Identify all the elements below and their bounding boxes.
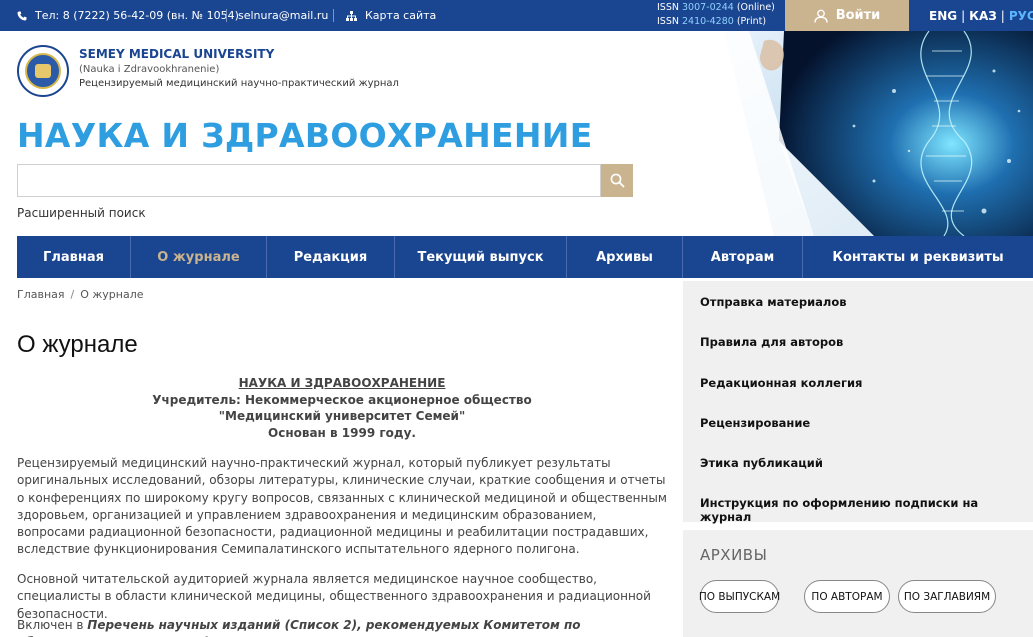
founder-line: Учредитель: Некоммерческое акционерное о… <box>152 392 532 407</box>
issn-print-number[interactable]: 2410-4280 <box>682 16 734 27</box>
university-name: SEMEY MEDICAL UNIVERSITY <box>79 47 275 61</box>
header-banner-image <box>664 31 1033 236</box>
issn-print-type: (Print) <box>736 15 767 27</box>
breadcrumb-current: О журнале <box>80 288 144 301</box>
journal-info-block: НАУКА И ЗДРАВООХРАНЕНИЕ Учредитель: Неко… <box>17 375 667 441</box>
main-navigation: Главная О журнале Редакция Текущий выпус… <box>17 236 1033 278</box>
university-logo[interactable] <box>17 45 69 97</box>
nav-item-contacts[interactable]: Контакты и реквизиты <box>803 236 1033 278</box>
lang-eng[interactable]: ENG <box>929 9 957 23</box>
lang-separator: | <box>1000 8 1005 23</box>
login-button[interactable]: Войти <box>785 0 909 31</box>
nav-item-editorial[interactable]: Редакция <box>267 236 395 278</box>
archive-by-author-button[interactable]: ПО АВТОРАМ <box>804 580 890 613</box>
para3-emphasis: Перечень научных изданий (Список 2), рек… <box>17 618 581 637</box>
archive-widget: АРХИВЫ ПО ВЫПУСКАМ ПО АВТОРАМ ПО ЗАГЛАВИ… <box>683 530 1033 637</box>
about-paragraph-2: Основной читательской аудиторией журнала… <box>17 572 651 621</box>
sidebar-item-submission[interactable]: Отправка материалов <box>700 295 847 309</box>
language-switcher: ENG | КАЗ | РУС <box>929 0 1033 31</box>
search-input[interactable] <box>17 164 601 197</box>
nav-item-authors[interactable]: Авторам <box>683 236 803 278</box>
search-button[interactable] <box>601 164 633 197</box>
nav-item-about[interactable]: О журнале <box>131 236 267 278</box>
phone-text: Тел: 8 (7222) 56-42-09 (вн. № 1054) <box>35 9 239 22</box>
sidebar-item-editorial-board[interactable]: Редакционная коллегия <box>700 376 862 390</box>
phone-contact: Тел: 8 (7222) 56-42-09 (вн. № 1054) <box>17 0 239 31</box>
phone-icon <box>17 11 27 20</box>
breadcrumb-home[interactable]: Главная <box>17 288 65 301</box>
sidebar-item-subscription[interactable]: Инструкция по оформлению подписки на жур… <box>700 496 1033 524</box>
top-bar: Тел: 8 (7222) 56-42-09 (вн. № 1054) seln… <box>0 0 1033 31</box>
lang-kaz[interactable]: КАЗ <box>969 9 997 23</box>
nav-item-current-issue[interactable]: Текущий выпуск <box>395 236 567 278</box>
archive-by-title-button[interactable]: ПО ЗАГЛАВИЯМ <box>898 580 996 613</box>
site-title[interactable]: НАУКА И ЗДРАВООХРАНЕНИЕ <box>17 116 593 155</box>
breadcrumb-separator: / <box>70 288 75 301</box>
sidebar-item-author-rules[interactable]: Правила для авторов <box>700 335 843 349</box>
search-icon <box>610 173 625 188</box>
sidebar-item-peer-review[interactable]: Рецензирование <box>700 416 810 430</box>
user-icon <box>814 9 828 23</box>
issn-online-type: (Online) <box>736 2 775 13</box>
issn-label: ISSN <box>657 15 679 27</box>
lang-rus[interactable]: РУС <box>1009 9 1033 23</box>
login-label[interactable]: Войти <box>836 8 881 23</box>
journal-transliteration: (Nauka i Zdravookhranenie) <box>79 64 220 75</box>
email-link[interactable]: selnura@mail.ru <box>238 0 328 31</box>
sitemap-icon <box>346 10 357 21</box>
issn-info: ISSN 3007-0244 (Online) ISSN 2410-4280 (… <box>657 1 775 28</box>
journal-description: Рецензируемый медицинский научно-практич… <box>79 78 399 89</box>
page-title: О журнале <box>17 331 138 358</box>
sitemap-text[interactable]: Карта сайта <box>365 9 436 22</box>
founded-year: Основан в 1999 году. <box>268 425 416 440</box>
sitemap-link[interactable]: Карта сайта <box>346 0 436 31</box>
issn-online-number[interactable]: 3007-0244 <box>682 2 734 13</box>
journal-name-link[interactable]: НАУКА И ЗДРАВООХРАНЕНИЕ <box>17 375 667 392</box>
email-text[interactable]: selnura@mail.ru <box>238 9 328 22</box>
lang-separator: | <box>961 8 966 23</box>
about-paragraph-1: Рецензируемый медицинский научно-практич… <box>17 456 667 557</box>
founder-name: "Медицинский университет Семей" <box>218 409 466 423</box>
advanced-search-link[interactable]: Расширенный поиск <box>17 206 146 220</box>
sidebar-menu: Отправка материалов Правила для авторов … <box>683 281 1033 524</box>
archive-title: АРХИВЫ <box>700 546 768 564</box>
about-paragraph-3: Включен в Перечень научных изданий (Спис… <box>17 617 667 637</box>
breadcrumb: Главная / О журнале <box>17 288 144 301</box>
nav-item-home[interactable]: Главная <box>17 236 131 278</box>
nav-item-archives[interactable]: Архивы <box>567 236 683 278</box>
issn-label: ISSN <box>657 2 679 13</box>
archive-by-issue-button[interactable]: ПО ВЫПУСКАМ <box>699 580 780 613</box>
sidebar-item-ethics[interactable]: Этика публикаций <box>700 456 823 470</box>
para3-text: Включен в <box>17 618 88 632</box>
